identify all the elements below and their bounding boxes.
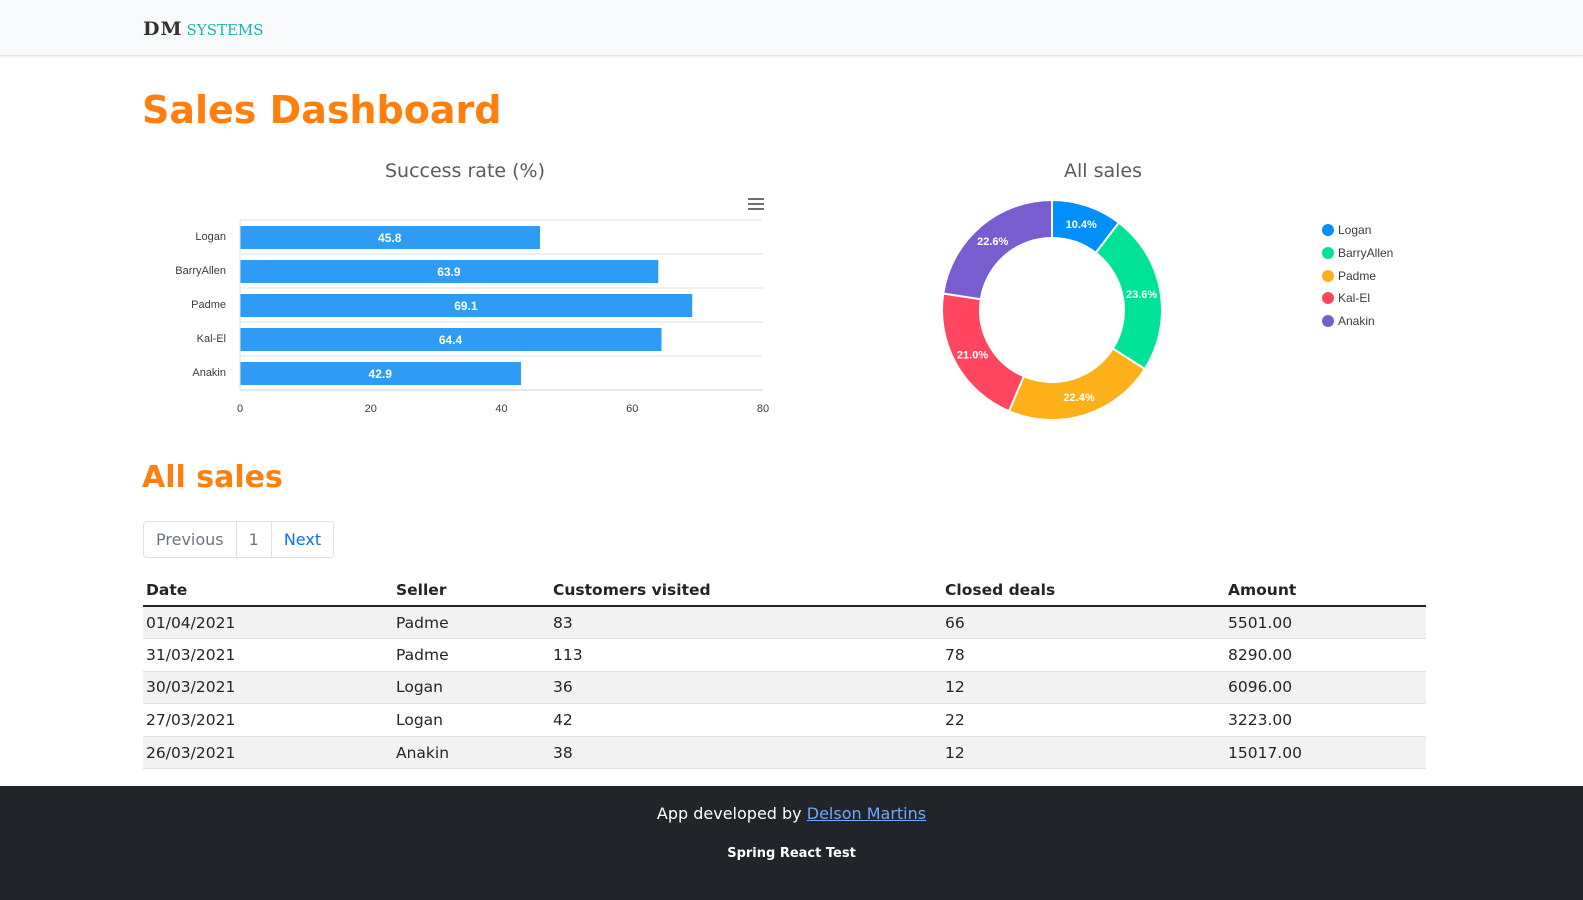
cell-amount: 15017.00 [1225,736,1426,770]
table-row: 26/03/2021 Anakin 38 12 15017.00 [143,736,1426,770]
slice-label: 23.6% [1126,289,1157,301]
table-row: 31/03/2021 Padme 113 78 8290.00 [143,638,1426,672]
x-tick-label: 60 [626,403,638,415]
table-row: 30/03/2021 Logan 36 12 6096.00 [143,671,1426,705]
previous-page-button[interactable]: Previous [144,522,237,557]
y-tick-label: BarryAllen [175,265,226,277]
bar-value-label: 69.1 [454,299,478,313]
bar-chart: 45.8 Logan 63.9 BarryAllen 69.1 Padme 64.4 Kal-… [175,219,769,415]
cell-amount: 3223.00 [1225,703,1426,737]
cell-closed-deals: 12 [942,671,1225,705]
brand-main: DM [143,18,183,40]
y-tick-label: Anakin [192,367,226,379]
cell-amount: 5501.00 [1225,606,1426,640]
legend-item[interactable]: Logan [1322,219,1393,242]
cell-date: 31/03/2021 [143,638,393,672]
legend-marker [1322,315,1334,328]
legend-item[interactable]: Anakin [1322,310,1393,333]
legend-marker [1322,292,1334,305]
page-title: Sales Dashboard [142,88,502,132]
y-tick-label: Kal-El [197,333,226,345]
next-page-button[interactable]: Next [271,522,334,557]
cell-customers-visited: 113 [550,638,942,672]
legend-item[interactable]: Kal-El [1322,287,1393,310]
cell-seller: Padme [393,638,550,672]
y-tick-label: Logan [195,231,226,243]
footer: App developed by Delson Martins Spring R… [0,786,1583,900]
slice-label: 10.4% [1066,219,1097,231]
footer-credit-prefix: App developed by [656,804,802,823]
cell-customers-visited: 42 [550,703,942,737]
footer-credit: App developed by Delson Martins [0,804,1583,823]
donut-legend: Logan BarryAllen Padme Kal-El Anakin [1322,219,1393,332]
donut-chart-title: All sales [1063,160,1143,182]
bar-value-label: 45.8 [378,231,402,245]
donut-chart: 10.4% 23.6% 22.4% 21.0% 22.6% [941,198,1163,421]
x-tick-label: 20 [365,403,377,415]
header-date: Date [143,574,393,607]
page-1-button[interactable]: 1 [236,522,272,557]
legend-item[interactable]: BarryAllen [1322,242,1393,265]
header-customers-visited: Customers visited [550,574,942,607]
header-closed-deals: Closed deals [942,574,1225,607]
cell-date: 01/04/2021 [143,606,393,640]
pagination: Previous 1 Next [143,521,335,558]
cell-seller: Logan [393,671,550,705]
table-row: 27/03/2021 Logan 42 22 3223.00 [143,703,1426,737]
cell-closed-deals: 12 [942,736,1225,770]
table-header-row: Date Seller Customers visited Closed dea… [143,574,1426,607]
legend-item[interactable]: Padme [1322,264,1393,287]
legend-label: Anakin [1338,314,1375,329]
cell-customers-visited: 38 [550,736,942,770]
brand-logo[interactable]: DM SYSTEMS [143,18,264,40]
cell-seller: Anakin [393,736,550,770]
donut-slice [1007,347,1147,421]
legend-marker [1322,224,1334,237]
x-tick-label: 40 [495,403,507,415]
cell-date: 26/03/2021 [143,736,393,770]
legend-label: Kal-El [1338,291,1371,306]
x-tick-label: 0 [237,403,243,415]
cell-seller: Padme [393,606,550,640]
brand-sub: SYSTEMS [186,21,264,39]
sales-section-title: All sales [142,460,283,495]
slice-label: 22.4% [1063,392,1094,404]
legend-label: Padme [1338,268,1377,283]
bar-chart-title: Success rate (%) [384,160,546,182]
navbar: DM SYSTEMS [0,0,1583,56]
x-tick-label: 80 [757,403,769,415]
cell-customers-visited: 83 [550,606,942,640]
header-amount: Amount [1225,574,1426,607]
sales-table: Date Seller Customers visited Closed dea… [143,574,1426,770]
legend-label: BarryAllen [1338,246,1394,261]
donut-slice [942,198,1053,301]
bar-value-label: 63.9 [437,265,461,279]
cell-seller: Logan [393,703,550,737]
slice-label: 22.6% [977,236,1008,248]
header-seller: Seller [393,574,550,607]
footer-subtitle: Spring React Test [727,846,856,861]
bar-value-label: 64.4 [439,333,463,347]
legend-marker [1322,269,1334,282]
cell-date: 30/03/2021 [143,671,393,705]
y-tick-label: Padme [191,299,226,311]
cell-closed-deals: 22 [942,703,1225,737]
author-link[interactable]: Delson Martins [807,804,926,823]
bar-value-label: 42.9 [369,367,393,381]
cell-closed-deals: 78 [942,638,1225,672]
cell-date: 27/03/2021 [143,703,393,737]
legend-label: Logan [1338,223,1372,238]
cell-amount: 6096.00 [1225,671,1426,705]
legend-marker [1322,247,1334,260]
cell-closed-deals: 66 [942,606,1225,640]
cell-customers-visited: 36 [550,671,942,705]
cell-amount: 8290.00 [1225,638,1426,672]
table-row: 01/04/2021 Padme 83 66 5501.00 [143,606,1426,640]
slice-label: 21.0% [957,349,988,361]
